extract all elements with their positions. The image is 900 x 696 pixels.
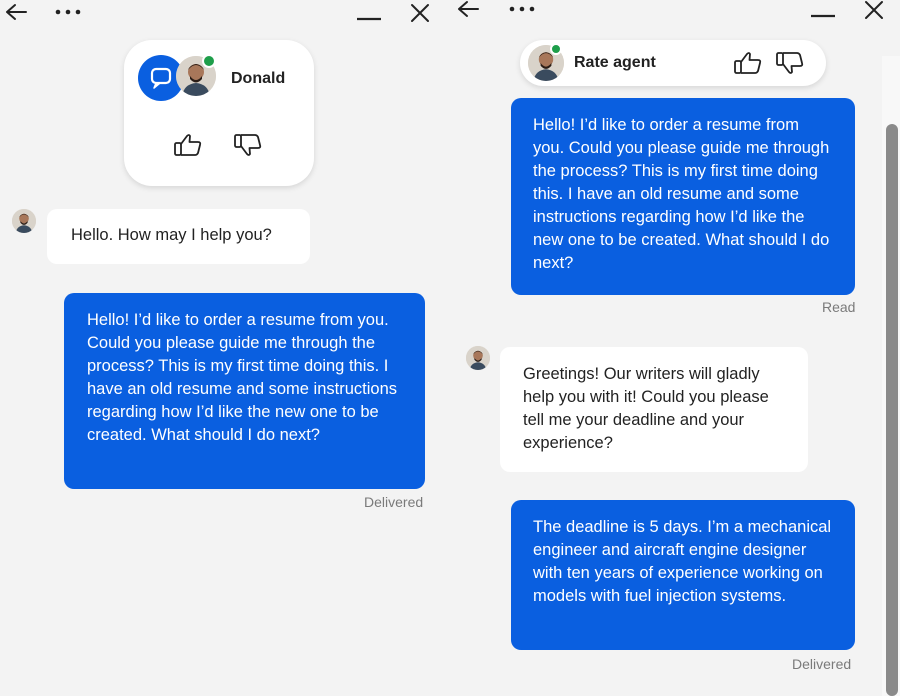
rate-agent-bar: Rate agent	[520, 40, 826, 86]
thumbs-up-icon[interactable]	[734, 51, 762, 75]
minimize-icon[interactable]	[356, 16, 382, 22]
thumbs-down-icon[interactable]	[776, 51, 804, 75]
thumbs-up-icon[interactable]	[174, 133, 202, 157]
user-message-bubble: Hello! I’d like to order a resume from y…	[511, 98, 855, 295]
agent-message-bubble: Greetings! Our writers will gladly help …	[500, 347, 808, 472]
arrow-left-icon[interactable]	[457, 0, 479, 18]
message-status: Delivered	[364, 494, 424, 510]
close-icon[interactable]	[410, 3, 430, 23]
online-status-indicator	[202, 54, 216, 68]
thumbs-down-icon[interactable]	[234, 133, 262, 157]
chat-window-right: Rate agent Hello! I’d like to order a re…	[450, 0, 900, 696]
rate-agent-label: Rate agent	[574, 54, 656, 71]
more-horizontal-icon[interactable]	[508, 5, 536, 13]
agent-name: Donald	[231, 70, 286, 87]
message-status: Delivered	[792, 656, 852, 672]
agent-card: Donald	[124, 40, 314, 186]
agent-avatar-small	[12, 209, 36, 233]
arrow-left-icon[interactable]	[5, 3, 27, 21]
chat-window-left: Donald Hello. How may I help you? Hello!…	[0, 0, 450, 696]
message-status: Read	[822, 299, 856, 315]
more-horizontal-icon[interactable]	[54, 8, 82, 16]
user-message-bubble: The deadline is 5 days. I’m a mechanical…	[511, 500, 855, 650]
minimize-icon[interactable]	[810, 13, 836, 19]
agent-avatar-small	[466, 346, 490, 370]
scrollbar-thumb[interactable]	[886, 124, 898, 696]
close-icon[interactable]	[864, 0, 884, 20]
user-message-bubble: Hello! I’d like to order a resume from y…	[64, 293, 425, 489]
agent-message-bubble: Hello. How may I help you?	[47, 209, 310, 264]
online-status-indicator	[550, 43, 562, 55]
